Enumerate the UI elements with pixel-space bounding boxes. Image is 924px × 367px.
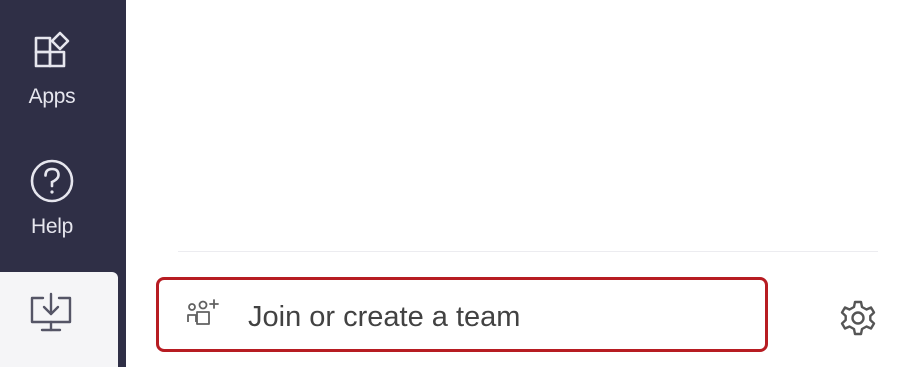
app-rail: Apps Help — [0, 0, 126, 367]
rail-item-download[interactable] — [0, 272, 118, 367]
rail-item-label: Apps — [28, 85, 76, 108]
help-icon — [29, 158, 75, 209]
rail-item-label: Help — [31, 215, 73, 238]
apps-icon — [30, 30, 74, 79]
join-or-create-team-label: Join or create a team — [248, 300, 521, 333]
settings-button[interactable] — [838, 300, 878, 338]
rail-item-help[interactable]: Help — [0, 158, 104, 239]
gear-icon — [838, 298, 878, 343]
divider — [178, 251, 878, 252]
download-icon — [26, 290, 76, 341]
rail-item-apps[interactable]: Apps — [0, 30, 104, 109]
join-or-create-team-button[interactable]: Join or create a team — [162, 283, 762, 345]
add-team-icon — [186, 298, 226, 333]
